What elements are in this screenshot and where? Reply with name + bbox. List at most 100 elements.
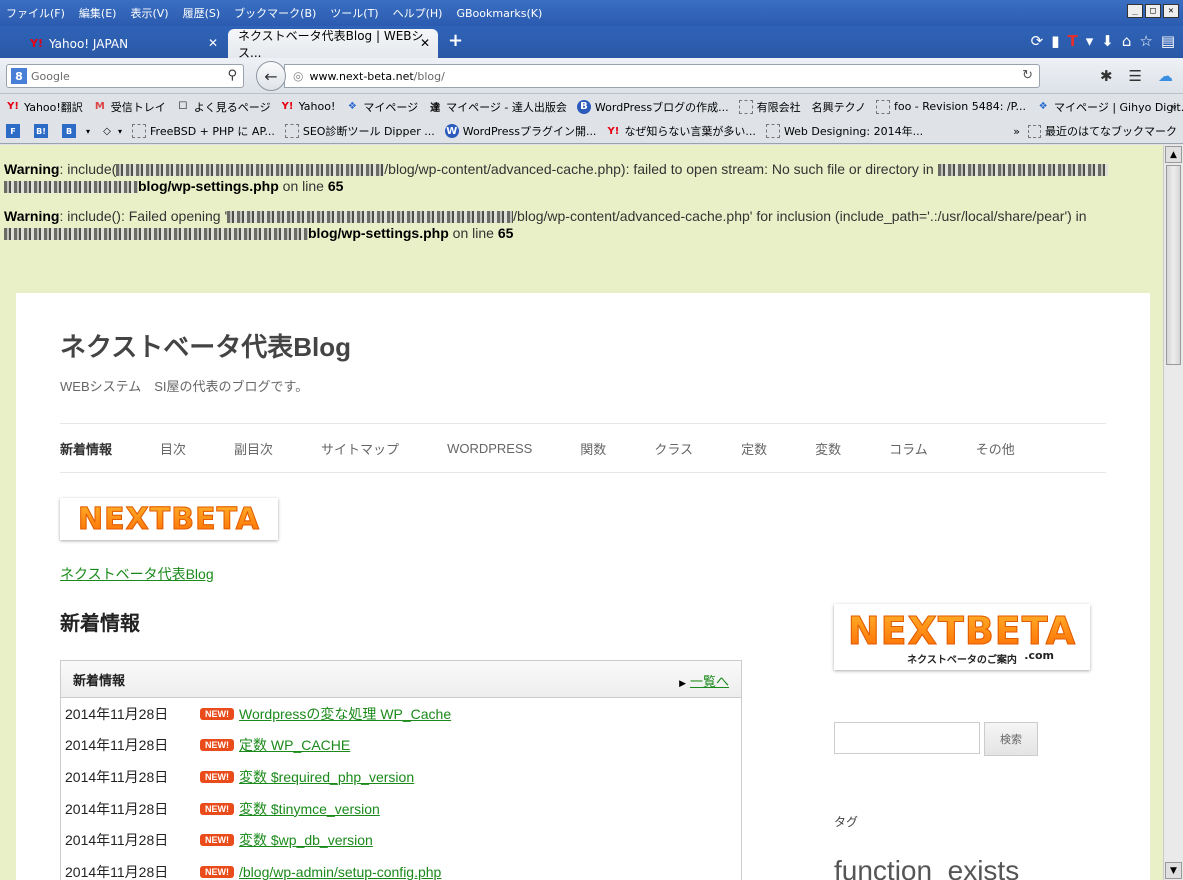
section-title: 新着情報 — [60, 613, 140, 635]
reload-icon[interactable]: ↻ — [1022, 68, 1033, 83]
vertical-scrollbar[interactable]: ▲ ▼ — [1163, 145, 1183, 880]
mypage-icon: ❖ — [347, 101, 357, 112]
nav-item-contents[interactable]: 目次 — [160, 439, 186, 458]
gmail-icon: M — [94, 101, 105, 112]
nav-item-news[interactable]: 新着情報 — [60, 439, 112, 458]
bookmark-item[interactable]: 達マイページ - 達人出版会 — [428, 99, 567, 115]
tag-icon: ◇ — [103, 125, 111, 137]
menu-icon[interactable]: ☰ — [1129, 67, 1142, 85]
bookmark-item[interactable]: F — [6, 124, 24, 138]
bookmark-item[interactable]: Web Designing: 2014年... — [765, 123, 923, 139]
search-icon[interactable]: ⚲ — [227, 68, 237, 83]
nextbeta-com-banner[interactable]: NEXTBETA ネクストベータのご案内 .com — [834, 604, 1090, 670]
nav-item-sub-contents[interactable]: 副目次 — [234, 439, 273, 458]
news-title-link[interactable]: /blog/wp-admin/setup-config.php — [239, 864, 441, 880]
home-icon[interactable]: ⌂ — [1122, 32, 1132, 50]
scroll-down-icon[interactable]: ▼ — [1165, 862, 1182, 879]
new-tab-icon[interactable]: + — [448, 30, 463, 51]
yahoo-icon: Y! — [281, 101, 294, 112]
news-title-link[interactable]: 定数 WP_CACHE — [239, 735, 350, 755]
nav-item-other[interactable]: その他 — [976, 439, 1015, 458]
tab-close-icon[interactable]: ✕ — [208, 36, 218, 50]
news-title-link[interactable]: 変数 $tinymce_version — [239, 799, 380, 819]
clipboard-icon[interactable]: ▤ — [1161, 32, 1175, 50]
mypage-icon: ❖ — [1038, 101, 1048, 112]
dropdown-icon[interactable]: ▾ — [1086, 32, 1094, 50]
bookmark-item[interactable]: B WordPressブログの作成... — [576, 99, 729, 115]
menu-help[interactable]: ヘルプ(H) — [393, 5, 443, 21]
sync-icon[interactable]: ⟳ — [1031, 32, 1044, 50]
bookmark-item[interactable]: Y! Yahoo!翻訳 — [6, 99, 83, 115]
cloud-icon[interactable]: ☁ — [1158, 67, 1173, 85]
news-date: 2014年11月28日 — [65, 737, 169, 754]
google-icon[interactable]: 8 — [11, 68, 27, 84]
bookmarks-recent[interactable]: » 最近のはてなブックマーク — [1013, 123, 1177, 139]
bookmark-item[interactable]: ❖ マイページ — [345, 99, 418, 115]
warning-label: Warning — [4, 161, 60, 177]
search-input[interactable]: 8 Google ⚲ — [6, 64, 244, 88]
nav-item-column[interactable]: コラム — [889, 439, 928, 458]
minimize-icon[interactable]: _ — [1127, 4, 1143, 18]
menu-view[interactable]: 表示(V) — [130, 5, 168, 21]
tab-yahoo[interactable]: Y! Yahoo! JAPAN ✕ — [20, 29, 226, 58]
bookmarks-overflow-chevron[interactable]: » — [1170, 100, 1177, 113]
php-warning-2: Warning: include(): Failed opening ' /blo… — [4, 208, 1160, 242]
news-title-link[interactable]: Wordpressの変な処理 WP_Cache — [239, 704, 451, 724]
menu-file[interactable]: ファイル(F) — [6, 5, 65, 21]
list-item: 2014年11月28日 NEW! Wordpressの変な処理 WP_Cache — [61, 698, 741, 730]
bookmark-label: マイページ — [363, 100, 419, 114]
bookmark-icon[interactable]: ▮ — [1051, 32, 1059, 50]
back-button[interactable]: ← — [256, 61, 286, 91]
nav-item-variables[interactable]: 変数 — [815, 439, 841, 458]
url-bar[interactable]: ◎ www.next-beta.net/blog/ ↻ — [284, 64, 1040, 88]
extension-icon[interactable]: ✱ — [1100, 67, 1113, 85]
bookmark-item[interactable]: ☐ よく見るページ — [176, 99, 270, 115]
nav-item-classes[interactable]: クラス — [654, 439, 693, 458]
bookmark-item[interactable]: Y! Yahoo! — [281, 100, 336, 114]
t-icon[interactable]: T — [1067, 32, 1077, 50]
breadcrumb[interactable]: ネクストベータ代表Blog — [60, 564, 214, 584]
bookmark-item[interactable]: ❖ マイページ | Gihyo Digit... — [1036, 99, 1183, 115]
site-title[interactable]: ネクストベータ代表Blog — [60, 327, 351, 364]
nav-item-sitemap[interactable]: サイトマップ — [321, 439, 399, 458]
bookmark-item[interactable]: M 受信トレイ — [93, 99, 166, 115]
star-icon[interactable]: ☆ — [1139, 32, 1152, 50]
tab-blog[interactable]: ネクストベータ代表Blog | WEBシス... ✕ — [228, 29, 438, 60]
sidebar-search-button[interactable]: 検索 — [984, 722, 1038, 756]
nav-item-functions[interactable]: 関数 — [580, 439, 606, 458]
bookmark-label: マイページ - 達人出版会 — [446, 100, 567, 114]
maximize-icon[interactable]: □ — [1145, 4, 1161, 18]
warning-line: 65 — [327, 178, 344, 194]
bookmark-item[interactable]: 有限会社 名興テクノ — [738, 99, 866, 115]
hatena-icon: B — [62, 124, 76, 138]
bookmark-item[interactable]: W WordPressプラグイン開... — [444, 123, 596, 139]
menu-history[interactable]: 履歴(S) — [183, 5, 221, 21]
menu-gbookmarks[interactable]: GBookmarks(K) — [456, 7, 542, 20]
close-icon[interactable]: ✕ — [1163, 4, 1179, 18]
menu-bookmarks[interactable]: ブックマーク(B) — [234, 5, 316, 21]
tag-link[interactable]: function_exists — [834, 855, 1019, 880]
tab-close-icon[interactable]: ✕ — [420, 36, 430, 50]
news-title-link[interactable]: 変数 $wp_db_version — [239, 830, 373, 850]
nav-item-wordpress[interactable]: WORDPRESS — [447, 441, 532, 456]
news-more-link[interactable]: ▶ 一覧へ — [679, 671, 729, 690]
bookmark-item[interactable]: Y! なぜ知らない言葉が多い... — [606, 123, 756, 139]
overflow-chevron[interactable]: » — [1013, 125, 1020, 138]
news-title-link[interactable]: 変数 $required_php_version — [239, 767, 414, 787]
bookmark-label: WordPressブログの作成... — [594, 100, 729, 114]
bookmark-item[interactable]: ◇ ▾ — [100, 124, 122, 138]
bookmark-item[interactable]: B! — [34, 124, 52, 138]
scroll-up-icon[interactable]: ▲ — [1165, 146, 1182, 163]
menu-edit[interactable]: 編集(E) — [79, 5, 117, 21]
bookmark-item[interactable]: SEO診断ツール Dipper ... — [284, 123, 435, 139]
bookmark-item[interactable]: foo - Revision 5484: /P... — [875, 99, 1026, 114]
scrollbar-thumb[interactable] — [1166, 165, 1181, 365]
download-icon[interactable]: ⬇ — [1101, 32, 1114, 50]
sidebar-search-input[interactable] — [834, 722, 980, 754]
nextbeta-logo[interactable]: NEXTBETA — [60, 498, 278, 540]
bookmark-item[interactable]: FreeBSD + PHP に AP... — [132, 123, 275, 139]
bookmark-item[interactable]: B ▾ — [62, 124, 90, 138]
navigation-bar: 8 Google ⚲ ◎ www.next-beta.net/blog/ ↻ ←… — [0, 58, 1183, 94]
menu-tools[interactable]: ツール(T) — [330, 5, 378, 21]
nav-item-constants[interactable]: 定数 — [741, 439, 767, 458]
